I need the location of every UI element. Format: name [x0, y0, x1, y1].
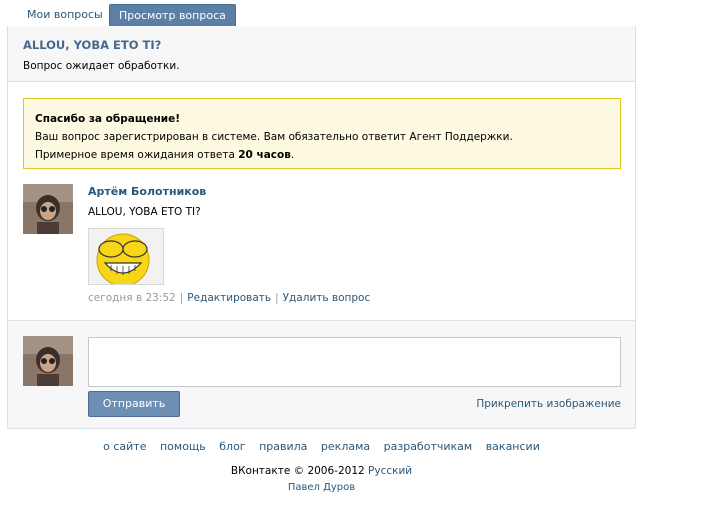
tab-bar: Мои вопросы Просмотр вопроса [7, 0, 636, 27]
notice-line-end: . [290, 149, 295, 161]
language-link[interactable]: Русский [368, 465, 412, 477]
footer-nav: о сайте помощь блог правила реклама разр… [0, 440, 643, 453]
footer-link-help[interactable]: помощь [160, 440, 206, 453]
question-header: ALLOU, YOBA ETO TI? Вопрос ожидает обраб… [8, 26, 635, 82]
delete-question-link[interactable]: Удалить вопрос [283, 292, 371, 304]
footer-link-ads[interactable]: реклама [321, 440, 370, 453]
question-status: Вопрос ожидает обработки. [23, 60, 180, 72]
footer-link-blog[interactable]: блог [219, 440, 245, 453]
site-author-link[interactable]: Павел Дуров [0, 482, 643, 493]
notice-line-2: Примерное время ожидания ответа 20 часов… [35, 146, 609, 164]
message-author-link[interactable]: Артём Болотников [88, 185, 206, 198]
footer-link-rules[interactable]: правила [259, 440, 307, 453]
info-notice: Спасибо за обращение! Ваш вопрос зарегис… [23, 98, 621, 169]
notice-line-1: Ваш вопрос зарегистрирован в системе. Ва… [35, 131, 513, 143]
notice-title: Спасибо за обращение! [35, 113, 181, 125]
message-text: ALLOU, YOBA ETO TI? [88, 206, 201, 218]
attach-image-link[interactable]: Прикрепить изображение [476, 398, 621, 410]
message-time: сегодня в 23:52 [88, 292, 176, 304]
meta-separator: | [275, 292, 279, 304]
question-panel: ALLOU, YOBA ETO TI? Вопрос ожидает обраб… [7, 26, 636, 429]
smiley-covering-eyes-image[interactable] [88, 228, 164, 285]
tab-view-question[interactable]: Просмотр вопроса [109, 4, 236, 27]
notice-wait-text: Примерное время ожидания ответа [35, 149, 235, 161]
avatar[interactable] [23, 184, 73, 234]
reply-textarea[interactable] [88, 337, 621, 387]
notice-wait-time: 20 часов [238, 149, 291, 161]
footer-link-jobs[interactable]: вакансии [486, 440, 540, 453]
tab-my-questions[interactable]: Мои вопросы [17, 4, 113, 27]
copyright: ВКонтакте © 2006-2012 Русский [0, 465, 643, 477]
reply-area: Отправить Прикрепить изображение [8, 320, 635, 428]
edit-link[interactable]: Редактировать [187, 292, 271, 304]
avatar[interactable] [23, 336, 73, 386]
question-title: ALLOU, YOBA ETO TI? [23, 38, 162, 52]
message-meta: сегодня в 23:52 | Редактировать | Удалить во… [88, 292, 370, 304]
copyright-text: ВКонтакте © 2006-2012 [230, 465, 365, 477]
footer-link-about[interactable]: о сайте [103, 440, 146, 453]
send-button[interactable]: Отправить [88, 391, 180, 417]
footer-link-developers[interactable]: разработчикам [384, 440, 473, 453]
meta-separator: | [179, 292, 184, 304]
